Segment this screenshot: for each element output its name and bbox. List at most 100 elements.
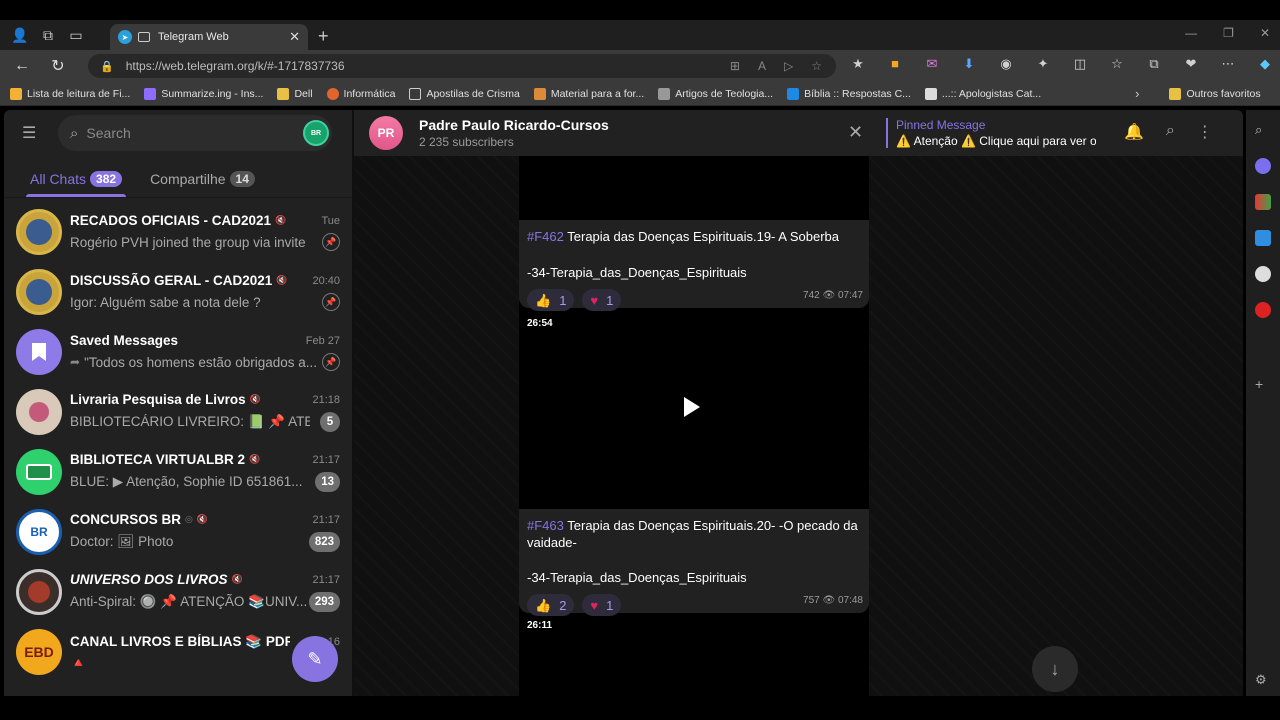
search-icon[interactable]: ⌕ (1166, 122, 1175, 142)
hashtag[interactable]: #F463 (527, 518, 564, 533)
chat-time: Feb 27 (305, 334, 340, 347)
new-tab-icon[interactable]: + (318, 26, 329, 47)
close-window-icon[interactable]: ✕ (1260, 26, 1270, 40)
bookmark-0[interactable]: Lista de leitura de Fi... (10, 87, 130, 100)
sidebar-app-icon[interactable] (1255, 158, 1271, 174)
unread-badge: 5 (320, 412, 340, 432)
extension-download-icon[interactable]: ⬇ (959, 56, 979, 72)
search-input[interactable]: ⌕ Search BR (58, 115, 332, 151)
address-bar[interactable]: 🔒 https://web.telegram.org/k/#-171783773… (88, 54, 836, 78)
tab-telegram[interactable]: ➤ Telegram Web ✕ (110, 24, 308, 50)
gear-icon[interactable]: ⚙ (1255, 672, 1271, 688)
read-aloud-icon[interactable]: A (758, 59, 766, 73)
extensions-icon[interactable]: ✦ (1033, 56, 1053, 72)
menu-icon[interactable]: ☰ (22, 123, 44, 143)
lock-icon[interactable]: 🔒 (100, 60, 114, 73)
bookmark-other[interactable]: Outros favoritos (1169, 87, 1261, 100)
split-screen-icon[interactable]: ◫ (1070, 56, 1090, 72)
more-icon[interactable]: ⋯ (1218, 56, 1238, 72)
chat-preview: BIBLIOTECÁRIO LIVREIRO: 📗 📌 ATEN... (70, 414, 310, 429)
page-icon (409, 87, 422, 100)
folder-count: 382 (90, 171, 123, 187)
video-duration: 26:54 (527, 318, 553, 329)
browser-tabbar: 👤 ⧉ ▭ ➤ Telegram Web ✕ + — ❐ ✕ (0, 20, 1280, 50)
performance-icon[interactable]: ❤ (1181, 56, 1201, 72)
chat-item[interactable]: Saved Messages Feb 27 ➦ "Todos os homens e… (4, 322, 353, 382)
channel-avatar[interactable]: PR (369, 116, 403, 150)
reaction-like[interactable]: 👍 2 (527, 594, 575, 616)
chat-item[interactable]: Livraria Pesquisa de Livros 🔇 21:18 BIBLIO… (4, 382, 353, 442)
bookmark-1[interactable]: Summarize.ing - Ins... (144, 87, 263, 100)
heart-icon: ♥ (590, 292, 599, 308)
close-icon[interactable]: ✕ (848, 122, 863, 143)
folder-tab-all-chats[interactable]: All Chats 382 (26, 171, 127, 197)
message-meta: 757 👁 07:48 (803, 595, 863, 606)
extension-orange-icon[interactable]: ■ (885, 56, 905, 72)
chat-preview: Rogério PVH joined the group via invite … (70, 234, 310, 250)
chat-name: CONCURSOS BR (70, 512, 182, 527)
hashtag[interactable]: #F462 (527, 229, 564, 244)
bell-icon[interactable]: 🔔 (1124, 122, 1144, 142)
bookmarks-more-icon[interactable]: › (1135, 86, 1139, 101)
message-line: -34-Terapia_das_Doenças_Espirituais (527, 570, 747, 585)
chat-item[interactable]: RECADOS OFICIAIS - CAD2021 🔇 Tue Rogério P… (4, 202, 353, 262)
chat-name: RECADOS OFICIAIS - CAD2021 (70, 213, 272, 228)
bookmark-7[interactable]: Bíblia :: Respostas C... (787, 87, 911, 100)
compose-button[interactable]: ✎ (292, 636, 338, 682)
restore-icon[interactable]: ❐ (1223, 26, 1234, 40)
account-avatar[interactable]: BR (303, 120, 329, 146)
chat-item[interactable]: BIBLIOTECA VIRTUALBR 2 🔇 21:17 BLUE: ▶ Ate… (4, 442, 353, 502)
bookmark-icon (10, 87, 22, 100)
reaction-heart[interactable]: ♥ 1 (582, 289, 622, 311)
bookmark-3[interactable]: Informática (326, 87, 395, 100)
sidebar-app-icon[interactable] (1255, 194, 1271, 210)
chat-item[interactable]: DISCUSSÃO GERAL - CAD2021 🔇 20:40 Igor: Al… (4, 262, 353, 322)
saved-messages-avatar (16, 329, 62, 375)
unread-badge: 823 (308, 532, 340, 552)
bookmark-5[interactable]: Material para a for... (533, 87, 644, 100)
bookmark-6[interactable]: Artigos de Teologia... (658, 87, 773, 100)
chat-avatar (16, 449, 62, 495)
message-title: Terapia das Doenças Espirituais.19- A So… (567, 229, 839, 244)
bookmark-4[interactable]: Apostilas de Crisma (409, 87, 520, 100)
pin-icon: 📌 (322, 233, 340, 251)
extension-mail-icon[interactable]: ✉ (922, 56, 942, 72)
bookmark-2[interactable]: Dell (277, 87, 313, 100)
chat-avatar (16, 209, 62, 255)
pinned-message[interactable]: Pinned Message ⚠️ Atenção ⚠️ Clique aqui… (886, 118, 1096, 148)
apps-icon[interactable]: ⊞ (730, 59, 740, 73)
chat-item[interactable]: BR CONCURSOS BR ◎ 🔇 21:17 Doctor: 🖼 Photo 82… (4, 502, 353, 562)
back-icon[interactable]: ← (4, 57, 40, 75)
add-icon[interactable]: + (1255, 376, 1271, 392)
sidebar-app-icon[interactable] (1255, 302, 1271, 318)
extension-record-icon[interactable]: ◉ (996, 56, 1016, 72)
refresh-icon[interactable]: ↻ (40, 56, 76, 76)
bottom-letterbox (0, 696, 1280, 720)
cast-icon[interactable]: ▷ (784, 59, 793, 73)
more-vertical-icon[interactable]: ⋮ (1197, 122, 1213, 142)
browser-sidebar: ⌕ + ⚙ (1246, 110, 1280, 696)
sidebar-app-icon[interactable] (1255, 230, 1271, 246)
profile-icon[interactable]: 👤 (6, 21, 34, 49)
copilot-icon[interactable]: ◆ (1255, 56, 1275, 72)
bookmark-icon (787, 87, 800, 100)
chat-item[interactable]: UNIVERSO DOS LIVROS 🔇 21:17 Anti-Spiral: 🔘… (4, 562, 353, 622)
sidebar-app-icon[interactable] (1255, 266, 1271, 282)
reaction-heart[interactable]: ♥ 1 (582, 594, 622, 616)
collections-icon[interactable]: ⧉ (1144, 56, 1164, 72)
favorite-star-icon[interactable]: ☆ (811, 59, 822, 73)
mute-icon: 🔇 (231, 574, 243, 584)
scroll-down-button[interactable]: ↓ (1032, 646, 1078, 692)
minimize-icon[interactable]: — (1185, 26, 1197, 40)
channel-title-block[interactable]: Padre Paulo Ricardo-Cursos 2 235 subscri… (419, 117, 609, 149)
folder-tab-compartilhe[interactable]: Compartilhe 14 (146, 171, 259, 197)
reaction-like[interactable]: 👍 1 (527, 289, 575, 311)
workspaces-icon[interactable]: ⧉ (34, 21, 62, 49)
tab-actions-icon[interactable]: ▭ (62, 21, 90, 49)
extension-favorites-icon[interactable]: ★ (848, 56, 868, 72)
bookmark-8[interactable]: ...:: Apologistas Cat... (924, 87, 1041, 100)
favorites-icon[interactable]: ☆ (1107, 56, 1127, 72)
search-icon[interactable]: ⌕ (1255, 122, 1271, 138)
play-icon[interactable] (684, 397, 700, 417)
tab-close-icon[interactable]: ✕ (289, 29, 300, 45)
